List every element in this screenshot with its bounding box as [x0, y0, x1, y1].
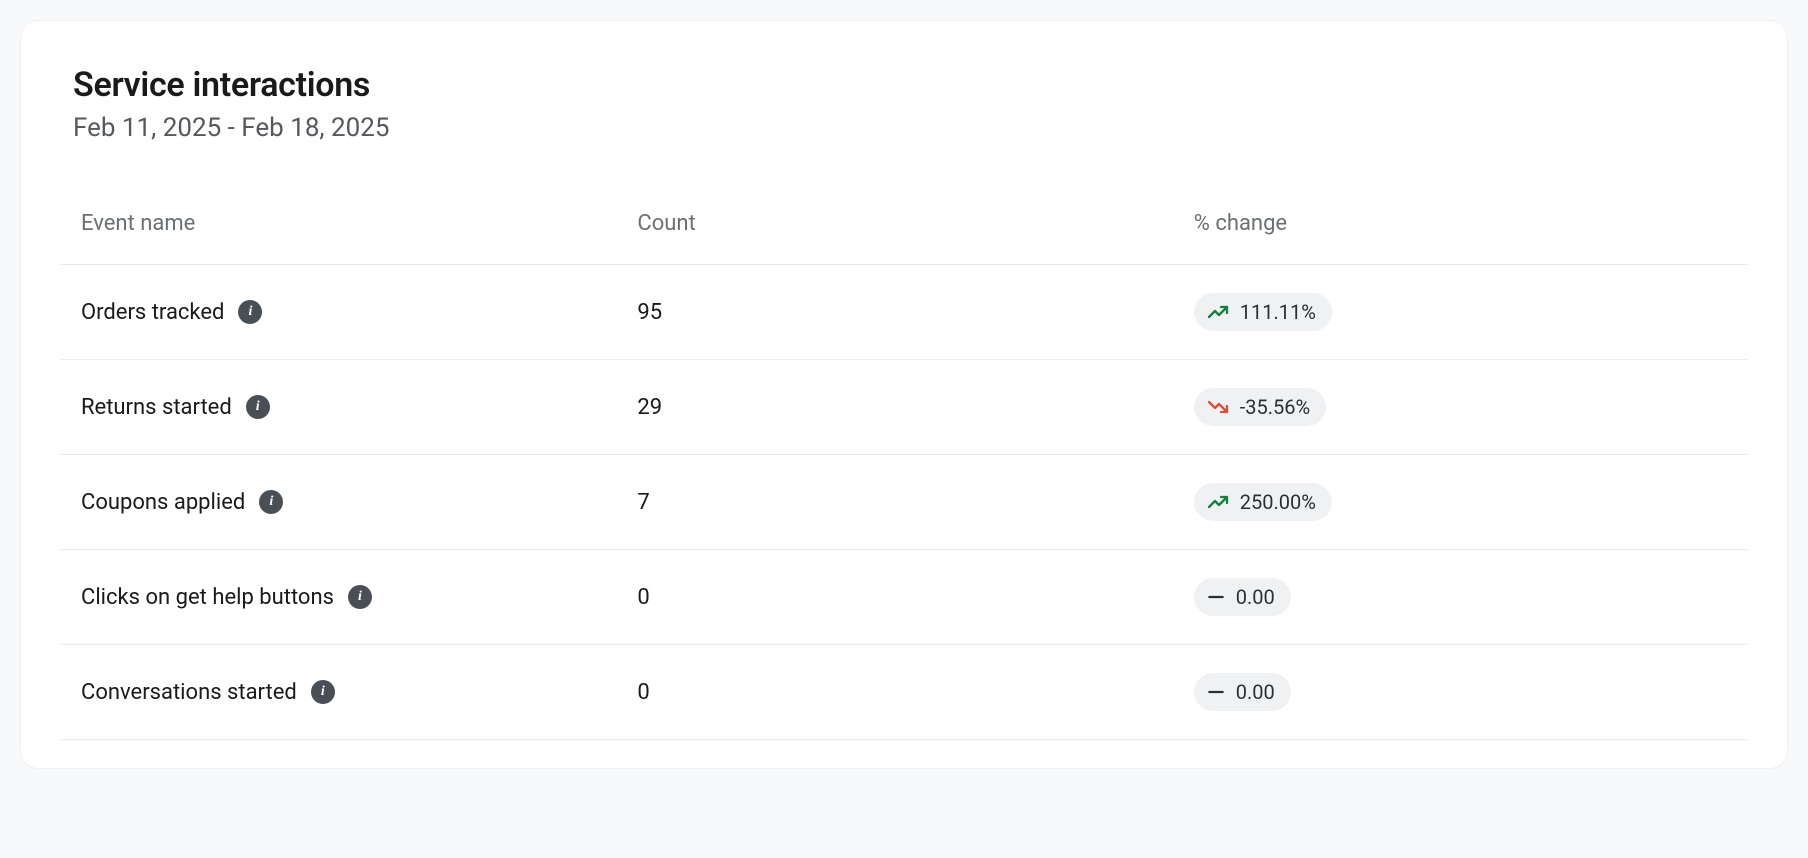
- table-header-row: Event name Count % change: [61, 195, 1747, 265]
- info-icon[interactable]: i: [311, 680, 335, 704]
- trend-up-icon: [1206, 300, 1230, 324]
- cell-event-name: Clicks on get help buttons i: [61, 550, 617, 645]
- cell-event-name: Coupons applied i: [61, 455, 617, 550]
- table-row: Coupons applied i 7 250.00%: [61, 455, 1747, 550]
- card-title: Service interactions: [73, 65, 1747, 105]
- col-event-name: Event name: [61, 195, 617, 265]
- event-name-label: Orders tracked: [81, 300, 224, 325]
- col-count: Count: [617, 195, 1173, 265]
- event-name-label: Conversations started: [81, 680, 297, 705]
- change-value: 0.00: [1236, 680, 1275, 704]
- cell-change: 250.00%: [1174, 455, 1747, 550]
- table-row: Returns started i 29 -35.56%: [61, 360, 1747, 455]
- change-badge: 250.00%: [1194, 483, 1332, 521]
- cell-change: -35.56%: [1174, 360, 1747, 455]
- cell-change: 0.00: [1174, 550, 1747, 645]
- cell-event-name: Orders tracked i: [61, 265, 617, 360]
- cell-change: 0.00: [1174, 645, 1747, 740]
- trend-up-icon: [1206, 490, 1230, 514]
- table-row: Clicks on get help buttons i 0 0.00: [61, 550, 1747, 645]
- event-name-label: Clicks on get help buttons: [81, 585, 334, 610]
- change-value: 0.00: [1236, 585, 1275, 609]
- change-value: 111.11%: [1240, 300, 1316, 324]
- event-name-label: Coupons applied: [81, 490, 245, 515]
- service-interactions-card: Service interactions Feb 11, 2025 - Feb …: [20, 20, 1788, 769]
- info-icon[interactable]: i: [246, 395, 270, 419]
- change-value: -35.56%: [1240, 395, 1310, 419]
- card-header: Service interactions Feb 11, 2025 - Feb …: [61, 65, 1747, 143]
- info-icon[interactable]: i: [348, 585, 372, 609]
- change-badge: 111.11%: [1194, 293, 1332, 331]
- cell-count: 0: [617, 645, 1173, 740]
- cell-count: 95: [617, 265, 1173, 360]
- cell-event-name: Conversations started i: [61, 645, 617, 740]
- cell-event-name: Returns started i: [61, 360, 617, 455]
- trend-down-icon: [1206, 395, 1230, 419]
- info-icon[interactable]: i: [259, 490, 283, 514]
- trend-neutral-icon: [1206, 682, 1226, 702]
- cell-count: 7: [617, 455, 1173, 550]
- change-badge: 0.00: [1194, 673, 1291, 711]
- change-value: 250.00%: [1240, 490, 1316, 514]
- cell-change: 111.11%: [1174, 265, 1747, 360]
- cell-count: 29: [617, 360, 1173, 455]
- change-badge: -35.56%: [1194, 388, 1326, 426]
- cell-count: 0: [617, 550, 1173, 645]
- change-badge: 0.00: [1194, 578, 1291, 616]
- event-name-label: Returns started: [81, 395, 232, 420]
- info-icon[interactable]: i: [238, 300, 262, 324]
- col-change: % change: [1174, 195, 1747, 265]
- table-row: Orders tracked i 95 111.11%: [61, 265, 1747, 360]
- trend-neutral-icon: [1206, 587, 1226, 607]
- events-table: Event name Count % change Orders tracked…: [61, 195, 1747, 740]
- table-row: Conversations started i 0 0.00: [61, 645, 1747, 740]
- date-range: Feb 11, 2025 - Feb 18, 2025: [73, 113, 1747, 143]
